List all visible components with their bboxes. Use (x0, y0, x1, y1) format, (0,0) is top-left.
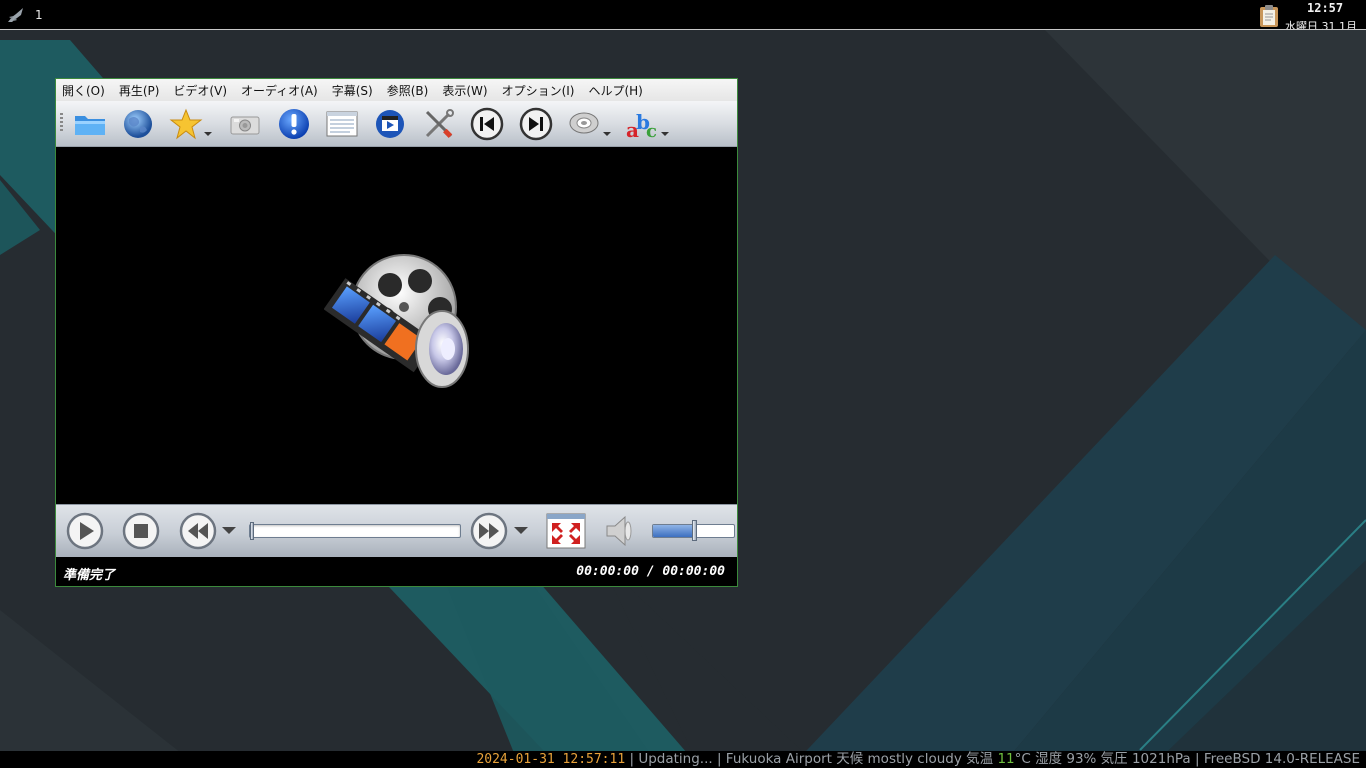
clipboard-icon[interactable] (1258, 4, 1280, 28)
media-player-window: 開く(O) 再生(P) ビデオ(V) オーディオ(A) 字幕(S) 参照(B) … (55, 78, 738, 587)
volume-speaker-icon[interactable] (601, 512, 639, 550)
playlist-icon[interactable] (325, 107, 359, 141)
subtitles-abc-icon[interactable]: a b c (625, 107, 659, 141)
chevron-down-icon[interactable] (661, 131, 669, 137)
menu-subtitles[interactable]: 字幕(S) (332, 82, 373, 99)
volume-level (653, 525, 694, 537)
video-area[interactable] (56, 147, 737, 504)
weather-location: Fukuoka Airport 天候 mostly cloudy 気温 (725, 751, 998, 767)
clock-time[interactable]: 12:57 (1307, 1, 1343, 15)
folder-open-icon[interactable] (73, 107, 107, 141)
weather-details: °C 湿度 93% 気圧 1021hPa (1014, 751, 1191, 767)
next-icon[interactable] (519, 107, 553, 141)
forward-button[interactable] (470, 512, 508, 550)
info-icon[interactable] (277, 107, 311, 141)
preferences-tools-icon[interactable] (422, 107, 456, 141)
play-button[interactable] (66, 512, 104, 550)
previous-icon[interactable] (470, 107, 504, 141)
workspace-number[interactable]: 1 (35, 8, 43, 22)
menu-view[interactable]: 表示(W) (442, 82, 487, 99)
menu-play[interactable]: 再生(P) (119, 82, 160, 99)
menu-audio[interactable]: オーディオ(A) (241, 82, 318, 99)
menu-browse[interactable]: 参照(B) (387, 82, 429, 99)
clock-date: 水曜日 31 1月 (1285, 20, 1357, 29)
menu-options[interactable]: オプション(I) (502, 82, 575, 99)
menu-video[interactable]: ビデオ(V) (173, 82, 227, 99)
chevron-down-icon[interactable] (204, 131, 212, 137)
top-panel: 1 12:57 水曜日 31 1月 (0, 0, 1366, 30)
bottom-datetime: 2024-01-31 12:57:11 (476, 752, 626, 767)
main-toolbar: a b c (56, 101, 737, 147)
menu-bar: 開く(O) 再生(P) ビデオ(V) オーディオ(A) 字幕(S) 参照(B) … (56, 79, 737, 101)
control-bar (56, 504, 737, 557)
menu-open[interactable]: 開く(O) (62, 82, 105, 99)
video-clip-icon[interactable] (373, 107, 407, 141)
fullscreen-button[interactable] (546, 513, 586, 549)
seek-handle[interactable] (250, 522, 254, 540)
chevron-down-icon[interactable] (514, 527, 528, 535)
os-version: FreeBSD 14.0-RELEASE (1203, 751, 1360, 767)
rewind-button[interactable] (179, 512, 217, 550)
audio-track-icon[interactable] (567, 107, 601, 141)
status-bar: 準備完了 00:00:00 / 00:00:00 (56, 557, 737, 586)
chevron-down-icon[interactable] (222, 527, 236, 535)
toolbar-grip[interactable] (60, 113, 63, 133)
globe-icon[interactable] (121, 107, 155, 141)
screenshot-camera-icon[interactable] (228, 107, 262, 141)
smplayer-logo-icon (324, 254, 469, 388)
status-text: 準備完了 (63, 568, 116, 583)
bottom-status-bar: 2024-01-31 12:57:11 | Updating... | Fuku… (0, 751, 1366, 768)
temperature-value: 11 (997, 751, 1015, 767)
update-status: Updating... (638, 751, 713, 767)
time-display: 00:00:00 / 00:00:00 (576, 564, 725, 579)
svg-text:c: c (646, 121, 657, 141)
separator: | (1190, 751, 1204, 767)
menu-help[interactable]: ヘルプ(H) (588, 82, 642, 99)
chevron-down-icon[interactable] (603, 131, 611, 137)
stop-button[interactable] (122, 512, 160, 550)
volume-handle[interactable] (692, 520, 697, 541)
seek-slider[interactable] (249, 522, 461, 540)
separator: | (625, 751, 639, 767)
rocket-launcher-icon[interactable] (6, 6, 26, 24)
separator: | (712, 751, 726, 767)
favorites-star-icon[interactable] (169, 107, 203, 141)
